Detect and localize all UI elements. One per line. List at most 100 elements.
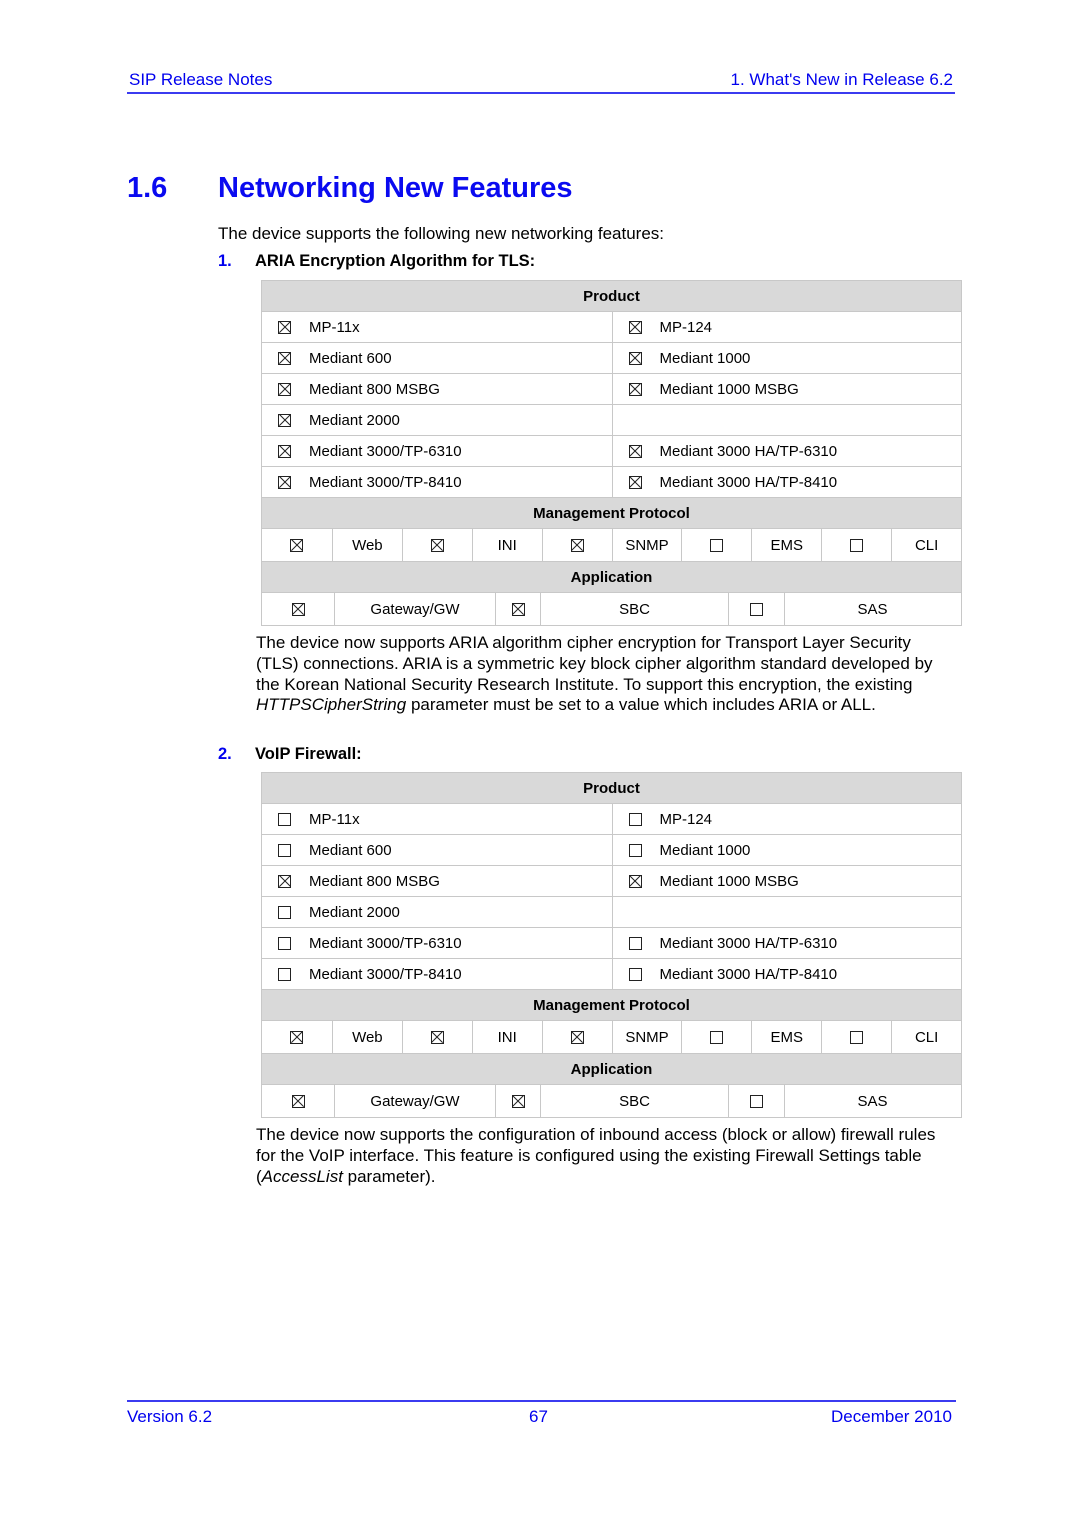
protocol-checkbox-cell <box>821 529 891 561</box>
product-row: Mediant 3000/TP-8410 Mediant 3000 HA/TP-8… <box>262 958 961 989</box>
product-row: Mediant 600 Mediant 1000 <box>262 342 961 373</box>
product-label: Mediant 800 MSBG <box>309 872 440 890</box>
product-label: Mediant 3000 HA/TP-8410 <box>659 965 838 983</box>
description-text: The device now supports ARIA algorithm c… <box>256 633 933 694</box>
product-cell: MP-11x <box>262 312 612 342</box>
feature-title: ARIA Encryption Algorithm for TLS: <box>255 252 536 270</box>
application-checkbox-cell <box>495 1085 540 1117</box>
product-cell: Mediant 1000 <box>611 343 962 373</box>
product-label: Mediant 600 <box>309 841 392 859</box>
product-row: Mediant 3000/TP-6310 Mediant 3000 HA/TP-6… <box>262 927 961 958</box>
unchecked-box-icon <box>628 812 642 826</box>
protocol-checkbox-cell <box>681 1021 751 1053</box>
product-row: Mediant 800 MSBG Mediant 1000 MSBG <box>262 373 961 404</box>
product-cell: Mediant 1000 <box>611 835 962 865</box>
product-label: MP-124 <box>659 318 713 336</box>
feature-title: VoIP Firewall: <box>255 745 362 763</box>
product-row: Mediant 600 Mediant 1000 <box>262 834 961 865</box>
header-chapter-title: 1. What's New in Release 6.2 <box>730 70 953 89</box>
application-label: SBC <box>540 1085 728 1117</box>
product-label: Mediant 3000 HA/TP-6310 <box>659 934 838 952</box>
product-label: Mediant 1000 <box>659 841 751 859</box>
management-protocol-row: Web INI SNMP EMS CLI <box>262 1020 961 1053</box>
section-title: Networking New Features <box>218 172 573 204</box>
unchecked-box-icon <box>278 812 291 826</box>
feature-table: Product MP-11x MP-124 Mediant 600 Mediant 10… <box>261 772 962 1118</box>
product-cell: Mediant 1000 MSBG <box>611 374 962 404</box>
checked-box-icon <box>278 413 291 427</box>
product-label: Mediant 2000 <box>309 411 400 429</box>
product-cell: Mediant 3000 HA/TP-8410 <box>611 467 962 497</box>
product-row: MP-11x MP-124 <box>262 311 961 342</box>
protocol-label: Web <box>331 529 402 561</box>
product-row: Mediant 2000 <box>262 404 961 435</box>
application-checkbox-cell <box>728 1085 784 1117</box>
application-checkbox-cell <box>262 593 334 625</box>
product-cell: Mediant 3000/TP-8410 <box>262 959 612 989</box>
protocol-label: CLI <box>891 529 961 561</box>
management-protocol-header: Management Protocol <box>262 989 961 1020</box>
protocol-label: CLI <box>891 1021 961 1053</box>
application-row: Gateway/GW SBC SAS <box>262 592 961 625</box>
application-label: Gateway/GW <box>334 593 495 625</box>
parameter-name: HTTPSCipherString <box>256 695 407 715</box>
protocol-checkbox-cell <box>541 529 612 561</box>
product-label: Mediant 800 MSBG <box>309 380 440 398</box>
empty-cell <box>611 897 962 927</box>
unchecked-box-icon <box>750 602 763 616</box>
application-row: Gateway/GW SBC SAS <box>262 1084 961 1117</box>
product-cell: Mediant 3000/TP-6310 <box>262 436 612 466</box>
checked-box-icon <box>628 382 642 396</box>
checked-box-icon <box>430 1030 444 1044</box>
unchecked-box-icon <box>628 936 642 950</box>
feature-description: The device now supports the configuratio… <box>256 1125 956 1187</box>
protocol-checkbox-cell <box>262 529 332 561</box>
product-label: Mediant 3000/TP-8410 <box>309 965 462 983</box>
unchecked-box-icon <box>850 1030 864 1044</box>
application-label: SAS <box>784 593 960 625</box>
feature-number: 2. <box>218 745 232 763</box>
unchecked-box-icon <box>278 936 291 950</box>
intro-text: The device supports the following new ne… <box>218 224 665 243</box>
product-header: Product <box>262 773 961 803</box>
management-protocol-row: Web INI SNMP EMS CLI <box>262 528 961 561</box>
product-label: Mediant 3000/TP-6310 <box>309 442 462 460</box>
feature-table: Product MP-11x MP-124 Mediant 600 Mediant 10… <box>261 280 962 626</box>
feature-number: 1. <box>218 252 232 270</box>
checked-box-icon <box>291 602 305 616</box>
product-cell: Mediant 800 MSBG <box>262 866 612 896</box>
checked-box-icon <box>278 874 291 888</box>
protocol-checkbox-cell <box>821 1021 891 1053</box>
checked-box-icon <box>511 602 525 616</box>
product-row: Mediant 3000/TP-6310 Mediant 3000 HA/TP-6… <box>262 435 961 466</box>
checked-box-icon <box>430 538 444 552</box>
product-cell: Mediant 3000 HA/TP-8410 <box>611 959 962 989</box>
header-doc-title: SIP Release Notes <box>129 70 273 89</box>
application-label: SAS <box>784 1085 960 1117</box>
checked-box-icon <box>628 320 642 334</box>
product-label: Mediant 1000 MSBG <box>659 380 799 398</box>
product-label: Mediant 2000 <box>309 903 400 921</box>
application-checkbox-cell <box>495 593 540 625</box>
product-label: Mediant 3000 HA/TP-8410 <box>659 473 838 491</box>
unchecked-box-icon <box>710 538 724 552</box>
unchecked-box-icon <box>628 967 642 981</box>
empty-cell <box>611 405 962 435</box>
product-cell: Mediant 600 <box>262 835 612 865</box>
management-protocol-header: Management Protocol <box>262 497 961 528</box>
protocol-label: EMS <box>751 1021 821 1053</box>
product-label: Mediant 3000/TP-8410 <box>309 473 462 491</box>
page-header: SIP Release Notes 1. What's New in Relea… <box>127 68 955 94</box>
product-cell: Mediant 1000 MSBG <box>611 866 962 896</box>
protocol-label: SNMP <box>611 1021 682 1053</box>
application-header: Application <box>262 1053 961 1084</box>
product-label: Mediant 600 <box>309 349 392 367</box>
product-label: MP-124 <box>659 810 713 828</box>
protocol-label: INI <box>471 529 542 561</box>
application-label: SBC <box>540 593 728 625</box>
product-cell: MP-124 <box>611 312 962 342</box>
application-label: Gateway/GW <box>334 1085 495 1117</box>
checked-box-icon <box>628 475 642 489</box>
product-label: Mediant 1000 MSBG <box>659 872 799 890</box>
unchecked-box-icon <box>750 1094 763 1108</box>
